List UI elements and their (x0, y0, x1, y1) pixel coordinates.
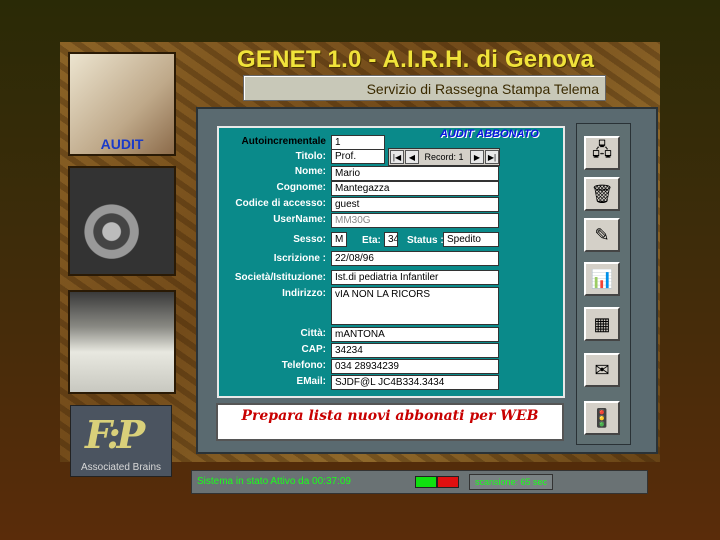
status-led-green (415, 476, 437, 488)
titolo-field[interactable]: Prof. (331, 149, 385, 164)
traffic-light-button[interactable]: 🚦 (584, 401, 620, 435)
status-led-red (437, 476, 459, 488)
associated-brains-logo: F:P Associated Brains (70, 405, 172, 477)
status-field[interactable]: Spedito (443, 232, 499, 247)
trash-icon: 🗑 (590, 183, 614, 204)
codice-field[interactable]: guest (331, 197, 499, 212)
last-record-button[interactable]: ▶| (485, 150, 499, 164)
server-button[interactable]: 🖧 (584, 136, 620, 170)
message-box: Prepara lista nuovi abbonati per WEB (216, 403, 564, 441)
prev-record-button[interactable]: ◀ (405, 150, 419, 164)
indirizzo-field[interactable]: vIA NON LA RICORS (331, 287, 499, 325)
label-titolo: Titolo: (295, 151, 326, 162)
nome-field[interactable]: Mario (331, 166, 499, 181)
iscrizione-field[interactable]: 22/08/96 (331, 251, 499, 266)
label-telefono: Telefono: (281, 360, 326, 371)
eta-field[interactable]: 34 (384, 232, 398, 247)
label-autoincrementale: Autoincrementale (241, 136, 326, 147)
telefono-field[interactable]: 034 28934239 (331, 359, 499, 374)
label-sesso: Sesso: (293, 234, 326, 245)
form-header: AUDIT ABBONATO (440, 128, 539, 140)
label-email: EMail: (296, 376, 326, 387)
logo-mark: F:P (85, 412, 145, 457)
societa-field[interactable]: Ist.di pediatria Infantiler (331, 270, 499, 285)
scan-interval: scansione: 65 sec (469, 474, 553, 490)
cognome-field[interactable]: Mantegazza (331, 181, 499, 196)
gears-image (68, 166, 176, 276)
label-cognome: Cognome: (276, 182, 326, 193)
app-title: GENET 1.0 - A.I.R.H. di Genova (237, 46, 595, 73)
autoincrementale-field[interactable]: 1 (331, 135, 385, 150)
audit-label: AUDIT (100, 136, 144, 152)
label-iscrizione: Iscrizione : (273, 253, 326, 264)
calculator-button[interactable]: ▦ (584, 307, 620, 341)
record-counter: Record: 1 (424, 152, 464, 162)
next-record-button[interactable]: ▶ (470, 150, 484, 164)
label-societa: Società/Istituzione: (234, 272, 326, 283)
sesso-field[interactable]: M (331, 232, 347, 247)
envelope-icon: ✉ (594, 359, 610, 380)
audit-image[interactable]: AUDIT (68, 52, 176, 156)
edit-button[interactable]: ✎ (584, 218, 620, 252)
label-username: UserName: (273, 214, 326, 225)
label-nome: Nome: (294, 166, 326, 177)
hall-image (68, 290, 176, 394)
chart-icon: 📊 (590, 268, 614, 289)
label-citta: Città: (300, 328, 326, 339)
logo-text: Associated Brains (80, 462, 162, 473)
label-cap: CAP: (301, 344, 326, 355)
mail-button[interactable]: ✉ (584, 353, 620, 387)
label-indirizzo: Indirizzo: (282, 288, 326, 299)
edit-icon: ✎ (594, 224, 610, 245)
chart-button[interactable]: 📊 (584, 262, 620, 296)
username-field[interactable]: MM30G (331, 213, 499, 228)
label-codice: Codice di accesso: (235, 198, 326, 209)
calculator-icon: ▦ (593, 313, 611, 334)
status-text: Sistema in stato Attivo da 00:37:09 (197, 476, 351, 487)
subtitle-bar: Servizio di Rassegna Stampa Telema (243, 75, 606, 101)
first-record-button[interactable]: |◀ (390, 150, 404, 164)
record-navigator: |◀ ◀ Record: 1 ▶ ▶| (388, 148, 500, 166)
traffic-light-icon: 🚦 (590, 407, 614, 428)
server-icon: 🖧 (591, 140, 613, 160)
cap-field[interactable]: 34234 (331, 343, 499, 358)
citta-field[interactable]: mANTONA (331, 327, 499, 342)
email-field[interactable]: SJDF@L JC4B334.3434 (331, 375, 499, 390)
label-status: Status : (407, 235, 444, 246)
label-eta: Eta: (362, 235, 381, 246)
delete-button[interactable]: 🗑 (584, 177, 620, 211)
